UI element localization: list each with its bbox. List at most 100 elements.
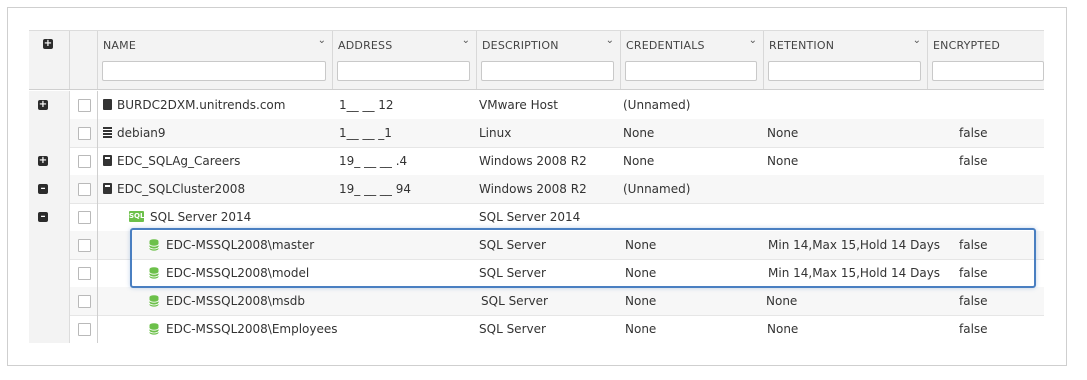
row-description: SQL Server xyxy=(479,322,546,336)
row-name[interactable]: BURDC2DXM.unitrends.com xyxy=(117,98,285,112)
row-retention: None xyxy=(766,294,798,308)
table-row[interactable]: EDC-MSSQL2008\model SQL Server None Min … xyxy=(29,259,1044,288)
assets-grid: + NAME ⌄ ADDRESS ⌄ DESCRIPTION ⌄ CREDENT… xyxy=(29,30,1044,343)
table-row[interactable]: – SQL SQL Server 2014 SQL Server 2014 xyxy=(29,203,1044,232)
row-name[interactable]: SQL Server 2014 xyxy=(150,210,251,224)
windows-server-icon xyxy=(103,155,112,166)
row-credentials: None xyxy=(625,238,657,252)
row-description: Windows 2008 R2 xyxy=(479,182,587,196)
row-name[interactable]: EDC_SQLCluster2008 xyxy=(117,182,245,196)
row-checkbox[interactable] xyxy=(78,155,91,168)
row-description: SQL Server 2014 xyxy=(479,210,581,224)
row-description: Linux xyxy=(479,126,512,140)
row-retention: None xyxy=(767,322,799,336)
row-checkbox[interactable] xyxy=(78,323,91,336)
row-credentials: None xyxy=(625,322,657,336)
header-check-col xyxy=(69,31,98,89)
column-credentials[interactable]: CREDENTIALS ⌄ xyxy=(620,31,764,89)
column-name-label: NAME xyxy=(103,39,136,52)
column-encrypted[interactable]: ENCRYPTED xyxy=(927,31,1044,89)
address-filter-input[interactable] xyxy=(337,61,470,81)
collapse-row-icon[interactable]: – xyxy=(38,212,48,222)
grid-header: + NAME ⌄ ADDRESS ⌄ DESCRIPTION ⌄ CREDENT… xyxy=(29,30,1044,90)
table-row[interactable]: – EDC_SQLCluster2008 19_ __ __ 94 Window… xyxy=(29,175,1044,204)
name-filter-input[interactable] xyxy=(102,61,326,81)
row-checkbox[interactable] xyxy=(78,295,91,308)
row-checkbox[interactable] xyxy=(78,127,91,140)
column-address-label: ADDRESS xyxy=(338,39,393,52)
row-credentials: None xyxy=(625,294,657,308)
chevron-down-icon[interactable]: ⌄ xyxy=(913,35,921,46)
row-description: Windows 2008 R2 xyxy=(479,154,587,168)
table-row[interactable]: EDC-MSSQL2008\master SQL Server None Min… xyxy=(29,231,1044,260)
credentials-filter-input[interactable] xyxy=(625,61,757,81)
row-description: SQL Server xyxy=(479,238,546,252)
row-name[interactable]: EDC_SQLAg_Careers xyxy=(117,154,240,168)
database-icon xyxy=(149,266,159,279)
row-name[interactable]: EDC-MSSQL2008\master xyxy=(166,238,314,252)
database-icon xyxy=(149,322,159,335)
table-row[interactable]: + BURDC2DXM.unitrends.com 1__ __ 12 VMwa… xyxy=(29,91,1044,120)
row-retention: Min 14,Max 15,Hold 14 Days xyxy=(768,266,941,280)
expand-row-icon[interactable]: + xyxy=(38,100,48,110)
expand-all-icon[interactable]: + xyxy=(43,39,53,49)
collapse-row-icon[interactable]: – xyxy=(38,184,48,194)
column-description[interactable]: DESCRIPTION ⌄ xyxy=(476,31,621,89)
row-retention: None xyxy=(767,154,799,168)
encrypted-filter-input[interactable] xyxy=(932,61,1044,81)
chevron-down-icon[interactable]: ⌄ xyxy=(749,35,757,46)
table-row[interactable]: EDC-MSSQL2008\msdb SQL Server None None … xyxy=(29,287,1044,316)
column-retention-label: RETENTION xyxy=(769,39,835,52)
column-encrypted-label: ENCRYPTED xyxy=(933,39,1001,52)
row-encrypted: false xyxy=(959,266,988,280)
row-name[interactable]: debian9 xyxy=(117,126,166,140)
row-address: 1__ __ 12 xyxy=(339,98,394,112)
row-name[interactable]: EDC-MSSQL2008\Employees xyxy=(166,322,338,336)
row-checkbox[interactable] xyxy=(78,211,91,224)
row-encrypted: false xyxy=(959,294,988,308)
row-name[interactable]: EDC-MSSQL2008\msdb xyxy=(166,294,305,308)
column-address[interactable]: ADDRESS ⌄ xyxy=(332,31,477,89)
row-address: 19_ __ __ .4 xyxy=(339,154,408,168)
row-credentials: None xyxy=(625,266,657,280)
chevron-down-icon[interactable]: ⌄ xyxy=(318,35,326,46)
row-checkbox[interactable] xyxy=(78,183,91,196)
row-credentials: None xyxy=(623,154,655,168)
sql-instance-icon: SQL xyxy=(129,211,145,222)
header-expand-col: + xyxy=(29,31,70,89)
row-description: SQL Server xyxy=(479,266,546,280)
column-retention[interactable]: RETENTION ⌄ xyxy=(763,31,928,89)
table-row[interactable]: EDC-MSSQL2008\Employees SQL Server None … xyxy=(29,315,1044,343)
database-icon xyxy=(149,238,159,251)
chevron-down-icon[interactable]: ⌄ xyxy=(462,35,470,46)
row-credentials: (Unnamed) xyxy=(623,98,691,112)
row-name[interactable]: EDC-MSSQL2008\model xyxy=(166,266,309,280)
column-description-label: DESCRIPTION xyxy=(482,39,559,52)
row-credentials: (Unnamed) xyxy=(623,182,691,196)
row-checkbox[interactable] xyxy=(78,239,91,252)
database-icon xyxy=(149,294,159,307)
description-filter-input[interactable] xyxy=(481,61,614,81)
row-retention: Min 14,Max 15,Hold 14 Days xyxy=(768,238,941,252)
row-encrypted: false xyxy=(959,126,988,140)
table-row[interactable]: + EDC_SQLAg_Careers 19_ __ __ .4 Windows… xyxy=(29,147,1044,176)
row-encrypted: false xyxy=(959,322,988,336)
vmware-host-icon xyxy=(103,99,112,110)
row-retention: None xyxy=(767,126,799,140)
row-checkbox[interactable] xyxy=(78,267,91,280)
linux-server-icon xyxy=(103,127,112,138)
column-credentials-label: CREDENTIALS xyxy=(626,39,705,52)
row-description: VMware Host xyxy=(479,98,558,112)
expand-row-icon[interactable]: + xyxy=(38,156,48,166)
row-encrypted: false xyxy=(959,238,988,252)
windows-server-icon xyxy=(103,183,112,194)
row-encrypted: false xyxy=(959,154,988,168)
table-row[interactable]: debian9 1__ __ _1 Linux None None false xyxy=(29,119,1044,148)
row-description: SQL Server xyxy=(481,294,548,308)
retention-filter-input[interactable] xyxy=(768,61,921,81)
row-credentials: None xyxy=(623,126,655,140)
column-name[interactable]: NAME ⌄ xyxy=(97,31,333,89)
row-checkbox[interactable] xyxy=(78,99,91,112)
row-address: 19_ __ __ 94 xyxy=(339,182,411,196)
chevron-down-icon[interactable]: ⌄ xyxy=(606,35,614,46)
